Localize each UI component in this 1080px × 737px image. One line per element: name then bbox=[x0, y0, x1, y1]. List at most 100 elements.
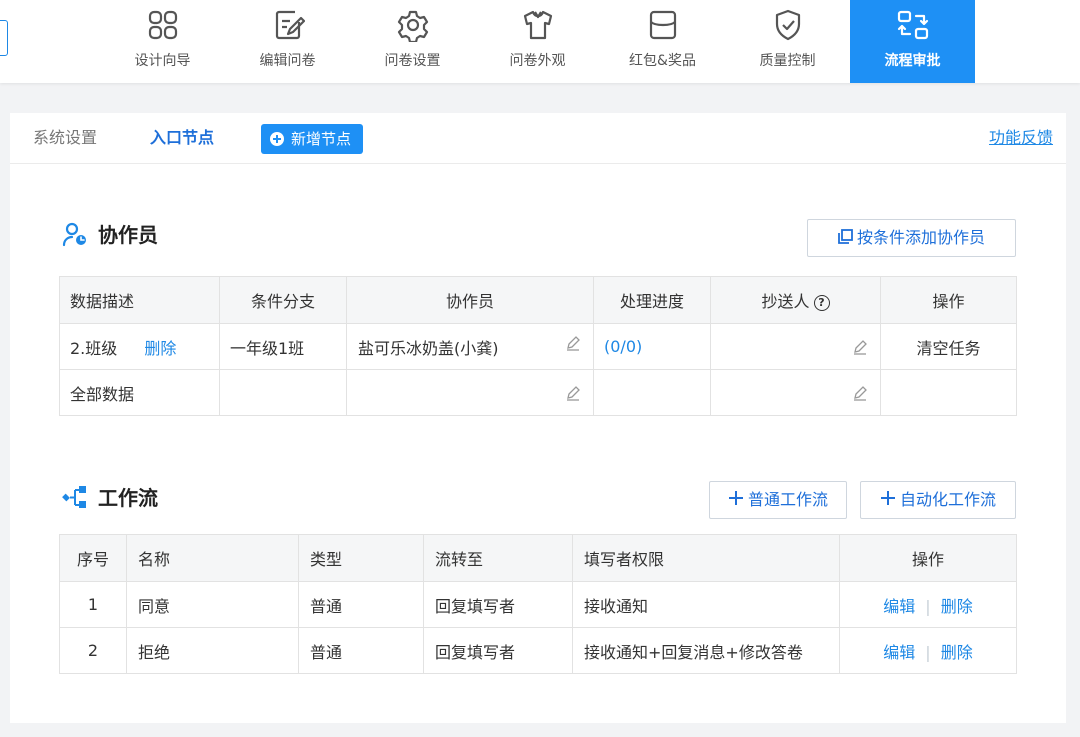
content-card: 系统设置 入口节点 新增节点 功能反馈 协作员 按条件添加协作员 数据描述 条件… bbox=[10, 113, 1066, 723]
col-header: 流转至 bbox=[423, 534, 573, 582]
copy-add-icon bbox=[838, 221, 853, 257]
col-header-cc: 抄送人? bbox=[710, 276, 881, 324]
name-cell: 同意 bbox=[126, 581, 299, 628]
data-desc-cell: 2.班级 删除 bbox=[59, 323, 220, 370]
type-cell: 普通 bbox=[298, 581, 424, 628]
feedback-link[interactable]: 功能反馈 bbox=[989, 127, 1053, 149]
data-desc: 全部数据 bbox=[70, 384, 135, 404]
collaborators-title: 协作员 bbox=[98, 223, 158, 247]
workflow-title: 工作流 bbox=[98, 486, 158, 510]
nav-item-quality-control[interactable]: 质量控制 bbox=[725, 0, 850, 83]
table-row: 2.班级 删除 一年级1班 盐可乐冰奶盖(小龚) (0/0) 清空任务 bbox=[59, 323, 1017, 370]
nav-item-survey-settings[interactable]: 问卷设置 bbox=[350, 0, 475, 83]
nav-item-label: 红包&奖品 bbox=[629, 53, 696, 69]
pencil-icon[interactable] bbox=[852, 339, 868, 355]
add-node-button[interactable]: 新增节点 bbox=[261, 124, 363, 154]
table-row: 1 同意 普通 回复填写者 接收通知 编辑 | 删除 bbox=[59, 581, 1017, 628]
data-desc-cell: 全部数据 bbox=[59, 369, 220, 416]
permission-cell: 接收通知+回复消息+修改答卷 bbox=[572, 627, 840, 674]
nav-item-edit-survey[interactable]: 编辑问卷 bbox=[225, 0, 350, 83]
table-header-row: 数据描述 条件分支 协作员 处理进度 抄送人? 操作 bbox=[59, 276, 1017, 324]
add-auto-workflow-button[interactable]: 自动化工作流 bbox=[860, 481, 1016, 519]
nav-item-survey-appearance[interactable]: 问卷外观 bbox=[475, 0, 600, 83]
sub-tabs: 系统设置 入口节点 新增节点 功能反馈 bbox=[10, 113, 1066, 164]
data-desc: 2.班级 bbox=[70, 338, 118, 358]
action-cell bbox=[880, 369, 1017, 416]
divider: | bbox=[925, 596, 931, 616]
nav-item-label: 流程审批 bbox=[884, 53, 941, 69]
edit-link[interactable]: 编辑 bbox=[883, 643, 915, 662]
action-cell: 编辑 | 删除 bbox=[839, 581, 1017, 628]
progress-link[interactable]: (0/0) bbox=[604, 337, 642, 356]
clear-task-button[interactable]: 清空任务 bbox=[880, 323, 1017, 370]
grid-icon bbox=[146, 8, 180, 42]
normal-workflow-label: 普通工作流 bbox=[747, 490, 828, 509]
col-header: 处理进度 bbox=[593, 276, 711, 324]
add-collaborator-label: 按条件添加协作员 bbox=[856, 228, 985, 247]
name-cell: 拒绝 bbox=[126, 627, 299, 674]
plus-circle-icon bbox=[270, 132, 284, 146]
top-nav: 设计向导 编辑问卷 问卷设置 问卷外观 红包&奖品 质量控制 流程审批 bbox=[0, 0, 1080, 83]
nav-item-label: 编辑问卷 bbox=[259, 53, 316, 69]
add-normal-workflow-button[interactable]: 普通工作流 bbox=[709, 481, 847, 519]
pencil-icon[interactable] bbox=[565, 385, 581, 401]
col-header: 条件分支 bbox=[219, 276, 347, 324]
nav-item-label: 设计向导 bbox=[134, 53, 191, 69]
collaborators-table: 数据描述 条件分支 协作员 处理进度 抄送人? 操作 2.班级 删除 一年级1班… bbox=[59, 276, 1017, 416]
edit-link[interactable]: 编辑 bbox=[883, 597, 915, 616]
nav-item-label: 问卷外观 bbox=[509, 53, 566, 69]
edit-doc-icon bbox=[271, 8, 306, 42]
table-header-row: 序号 名称 类型 流转至 填写者权限 操作 bbox=[59, 534, 1017, 582]
cc-cell bbox=[710, 369, 881, 416]
workflow-table: 序号 名称 类型 流转至 填写者权限 操作 1 同意 普通 回复填写者 接收通知… bbox=[59, 534, 1017, 674]
plus-icon bbox=[728, 483, 744, 519]
gear-icon bbox=[396, 8, 430, 44]
delete-link[interactable]: 删除 bbox=[144, 339, 176, 358]
help-icon[interactable]: ? bbox=[813, 295, 830, 311]
flow-to-cell: 回复填写者 bbox=[423, 627, 573, 674]
workflow-icon bbox=[62, 484, 88, 510]
tab-entry-node[interactable]: 入口节点 bbox=[150, 127, 214, 149]
nav-item-red-packet-prize[interactable]: 红包&奖品 bbox=[600, 0, 725, 83]
table-row: 全部数据 bbox=[59, 369, 1017, 416]
shield-check-icon bbox=[771, 8, 805, 42]
nav-item-flow-approval[interactable]: 流程审批 bbox=[850, 0, 975, 83]
col-header: 填写者权限 bbox=[572, 534, 840, 582]
nav-item-design-guide[interactable]: 设计向导 bbox=[100, 0, 225, 83]
collaborator-cell bbox=[346, 369, 594, 416]
col-header: 操作 bbox=[839, 534, 1017, 582]
col-header-label: 抄送人 bbox=[761, 292, 810, 311]
type-cell: 普通 bbox=[298, 627, 424, 674]
col-header: 数据描述 bbox=[59, 276, 220, 324]
divider: | bbox=[925, 642, 931, 662]
progress-cell: (0/0) bbox=[593, 323, 711, 370]
pencil-icon[interactable] bbox=[565, 335, 581, 351]
delete-link[interactable]: 删除 bbox=[941, 643, 973, 662]
gift-box-icon bbox=[646, 8, 680, 42]
left-nav-stub[interactable] bbox=[0, 20, 8, 56]
branch-cell bbox=[219, 369, 347, 416]
index-cell: 1 bbox=[59, 581, 127, 628]
index-cell: 2 bbox=[59, 627, 127, 674]
collaborator-cell: 盐可乐冰奶盖(小龚) bbox=[346, 323, 594, 370]
delete-link[interactable]: 删除 bbox=[941, 597, 973, 616]
nav-item-label: 问卷设置 bbox=[384, 53, 441, 69]
flow-approve-icon bbox=[896, 8, 930, 42]
add-node-label: 新增节点 bbox=[291, 130, 352, 148]
col-header: 类型 bbox=[298, 534, 424, 582]
col-header: 名称 bbox=[126, 534, 299, 582]
add-collaborator-by-condition-button[interactable]: 按条件添加协作员 bbox=[807, 219, 1016, 257]
flow-to-cell: 回复填写者 bbox=[423, 581, 573, 628]
tab-system-settings[interactable]: 系统设置 bbox=[33, 127, 97, 149]
col-header: 协作员 bbox=[346, 276, 594, 324]
shirt-icon bbox=[521, 8, 555, 42]
table-row: 2 拒绝 普通 回复填写者 接收通知+回复消息+修改答卷 编辑 | 删除 bbox=[59, 627, 1017, 674]
permission-cell: 接收通知 bbox=[572, 581, 840, 628]
plus-icon bbox=[880, 483, 896, 519]
progress-cell bbox=[593, 369, 711, 416]
col-header: 序号 bbox=[59, 534, 127, 582]
col-header: 操作 bbox=[880, 276, 1017, 324]
cc-cell bbox=[710, 323, 881, 370]
pencil-icon[interactable] bbox=[852, 385, 868, 401]
auto-workflow-label: 自动化工作流 bbox=[899, 490, 996, 509]
